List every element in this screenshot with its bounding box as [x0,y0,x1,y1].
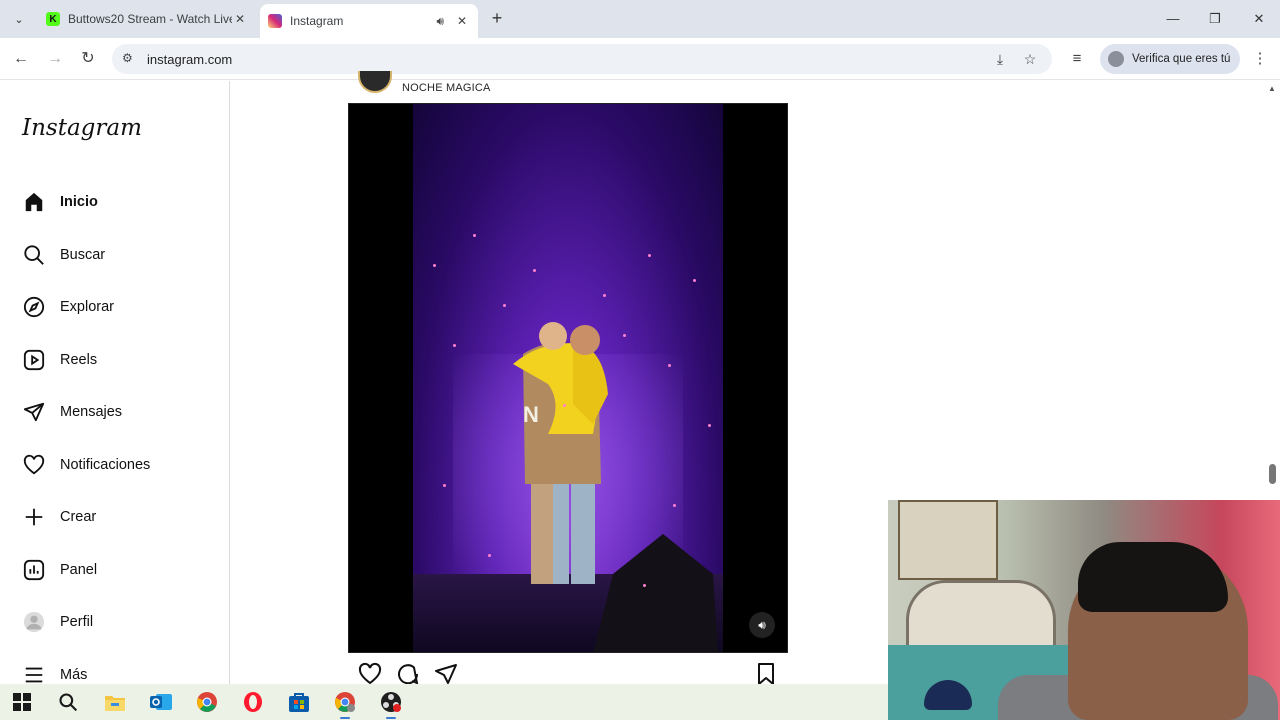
post-author-avatar[interactable] [358,71,392,93]
chrome-profile-icon[interactable] [332,689,358,719]
nav-label: Notificaciones [60,457,151,473]
media-controls-icon[interactable]: ≡ [1066,48,1088,70]
plus-icon [22,505,46,529]
webcam-poster-image [1213,505,1280,575]
volume-icon[interactable]: 🔊︎ [749,612,775,638]
post-header: NOCHE MAGICA [358,71,491,95]
browser-tab-strip: ⌄ K Buttows20 Stream - Watch Live ✕ Inst… [0,0,1280,38]
nav-mensajes[interactable]: Mensajes [22,397,122,427]
url-text: instagram.com [147,52,233,67]
forward-button[interactable]: → [44,48,66,70]
back-button[interactable]: ← [10,48,32,70]
install-app-icon[interactable]: ⤓ [990,49,1010,69]
nav-explorar[interactable]: Explorar [22,292,114,322]
nav-inicio[interactable]: Inicio [22,187,98,217]
tab-search-icon[interactable]: ⌄ [8,8,30,30]
tab-title: Instagram [290,14,344,28]
svg-text:N: N [523,402,539,427]
profile-label: Verifica que eres tú [1132,53,1231,65]
search-icon [22,243,46,267]
nav-panel[interactable]: Panel [22,555,97,585]
microsoft-store-icon[interactable] [286,689,312,715]
nav-buscar[interactable]: Buscar [22,240,105,270]
outlook-icon[interactable] [148,689,174,715]
kick-favicon-icon: K [46,12,60,26]
nav-reels[interactable]: Reels [22,345,97,375]
home-icon [22,190,46,214]
restore-button[interactable]: ❐ [1200,8,1230,30]
bookmark-star-icon[interactable]: ☆ [1020,49,1040,69]
webcam-hair-image [1078,542,1228,612]
tab-title: Buttows20 Stream - Watch Live [68,12,232,26]
instagram-sidebar: Instagram Inicio Buscar Explorar Reels M… [0,81,230,684]
tab-instagram[interactable]: Instagram 🔊︎ ✕ [260,4,478,38]
nav-label: Panel [60,562,98,578]
embracing-figures-image: N [513,322,718,652]
nav-label: Crear [60,509,97,525]
send-icon [22,400,46,424]
post-video[interactable]: N 🔊︎ [348,103,788,653]
nav-label: Más [60,667,88,683]
scroll-up-arrow-icon[interactable]: ▲ [1268,84,1276,93]
instagram-favicon-icon [268,14,282,28]
nav-label: Mensajes [60,404,123,420]
nav-notificaciones[interactable]: Notificaciones [22,450,150,480]
nav-label: Perfil [60,614,94,630]
reels-icon [22,348,46,372]
nav-label: Buscar [60,247,106,263]
reload-button[interactable]: ↻ [77,48,99,70]
instagram-logo[interactable]: Instagram [22,115,142,141]
tab-close-icon[interactable]: ✕ [454,13,470,29]
windows-start-icon[interactable] [9,689,35,715]
chrome-icon[interactable] [194,689,220,715]
close-window-button[interactable]: ✕ [1244,8,1274,30]
webcam-overlay [888,500,1280,720]
post-username[interactable]: NOCHE MAGICA [402,82,491,94]
webcam-cabinet-image [898,500,998,580]
speaker-icon[interactable]: 🔊︎ [436,14,444,29]
profile-button[interactable]: Verifica que eres tú [1100,44,1240,74]
nav-crear[interactable]: Crear [22,502,96,532]
heart-icon [22,453,46,477]
site-info-icon[interactable]: ⚙︎ [122,51,133,65]
profile-avatar-icon [1108,51,1124,67]
nav-label: Inicio [60,194,98,210]
obs-icon[interactable] [378,689,404,719]
file-explorer-icon[interactable] [102,689,128,715]
browser-menu-icon[interactable]: ⋮ [1249,48,1271,70]
compass-icon [22,295,46,319]
avatar-icon [22,610,46,634]
nav-label: Explorar [60,299,114,315]
tab-kick-stream[interactable]: K Buttows20 Stream - Watch Live ✕ [38,4,256,34]
new-tab-button[interactable]: + [486,8,508,30]
taskbar-search-icon[interactable] [55,689,81,715]
opera-icon[interactable] [240,689,266,715]
chart-icon [22,558,46,582]
nav-perfil[interactable]: Perfil [22,607,93,637]
minimize-button[interactable]: — [1158,8,1188,30]
video-frame: N [413,104,723,652]
nav-label: Reels [60,352,98,368]
windows-taskbar [0,684,888,720]
tab-close-icon[interactable]: ✕ [232,11,248,27]
address-bar[interactable]: ⚙︎ instagram.com ⤓ ☆ [112,44,1052,74]
browser-toolbar: ← → ↻ ⚙︎ instagram.com ⤓ ☆ ≡ Verifica qu… [0,38,1280,80]
page-scrollbar-thumb[interactable] [1269,464,1276,484]
